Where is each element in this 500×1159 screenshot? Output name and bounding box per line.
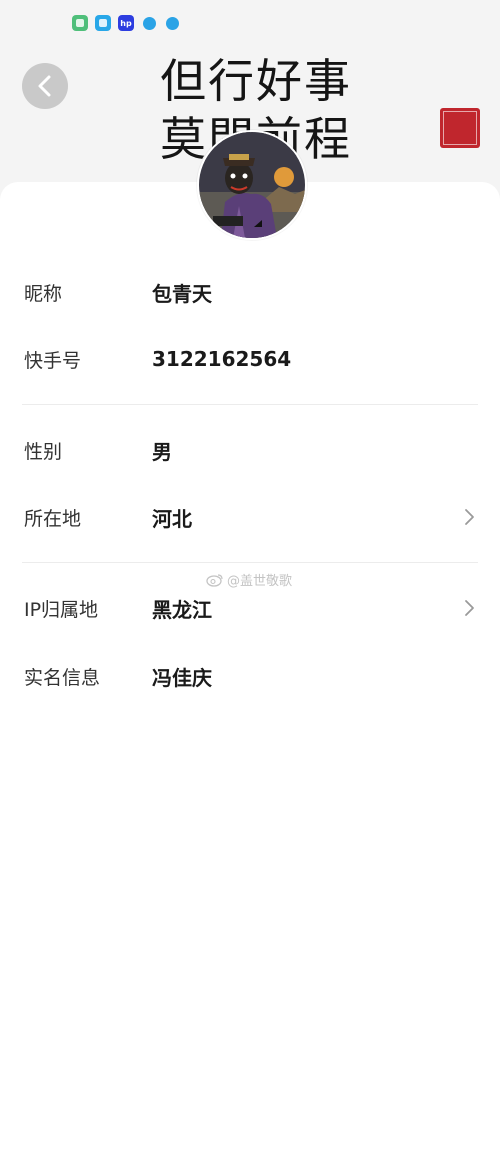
row-label: 实名信息 xyxy=(24,666,101,689)
watermark-text: @盖世敬歌 xyxy=(227,574,293,589)
profile-row-real-name: 实名信息 冯佳庆 xyxy=(0,656,500,696)
profile-row-nickname: 昵称 包青天 xyxy=(0,272,500,312)
telegram-icon xyxy=(143,17,156,30)
calligraphy-line-1: 但行好事 xyxy=(160,54,352,108)
red-seal-stamp xyxy=(440,108,480,148)
weibo-watermark: @盖世敬歌 xyxy=(206,570,292,589)
divider xyxy=(22,404,478,405)
profile-row-kuaishou-id: 快手号 3122162564 xyxy=(0,339,500,379)
message-notification-icon xyxy=(95,15,111,31)
row-label: 性别 xyxy=(24,440,63,463)
profile-row-location[interactable]: 所在地 河北 xyxy=(0,497,500,537)
row-value: 河北 xyxy=(152,506,192,531)
status-bar: hp xyxy=(0,12,500,36)
weibo-icon xyxy=(206,573,223,587)
chevron-left-icon xyxy=(38,75,51,97)
chevron-right-icon xyxy=(465,600,474,616)
avatar[interactable] xyxy=(197,130,307,240)
row-label: 快手号 xyxy=(24,349,82,372)
chevron-right-icon xyxy=(465,509,474,525)
row-value: 黑龙江 xyxy=(152,597,212,622)
row-label: IP归属地 xyxy=(24,598,99,621)
row-value: 冯佳庆 xyxy=(152,665,212,690)
telegram-icon-2 xyxy=(166,17,179,30)
profile-row-ip-location[interactable]: IP归属地 黑龙江 xyxy=(0,588,500,628)
row-label: 所在地 xyxy=(24,507,82,530)
row-value: 男 xyxy=(152,439,172,464)
divider xyxy=(22,562,478,563)
back-button[interactable] xyxy=(22,63,68,109)
profile-row-gender: 性别 男 xyxy=(0,430,500,470)
app-badge-icon: hp xyxy=(118,15,134,31)
app-notification-icon xyxy=(72,15,88,31)
row-label: 昵称 xyxy=(24,282,63,305)
avatar-illustration xyxy=(199,132,305,238)
row-value: 3122162564 xyxy=(152,347,292,371)
row-value: 包青天 xyxy=(152,281,212,306)
